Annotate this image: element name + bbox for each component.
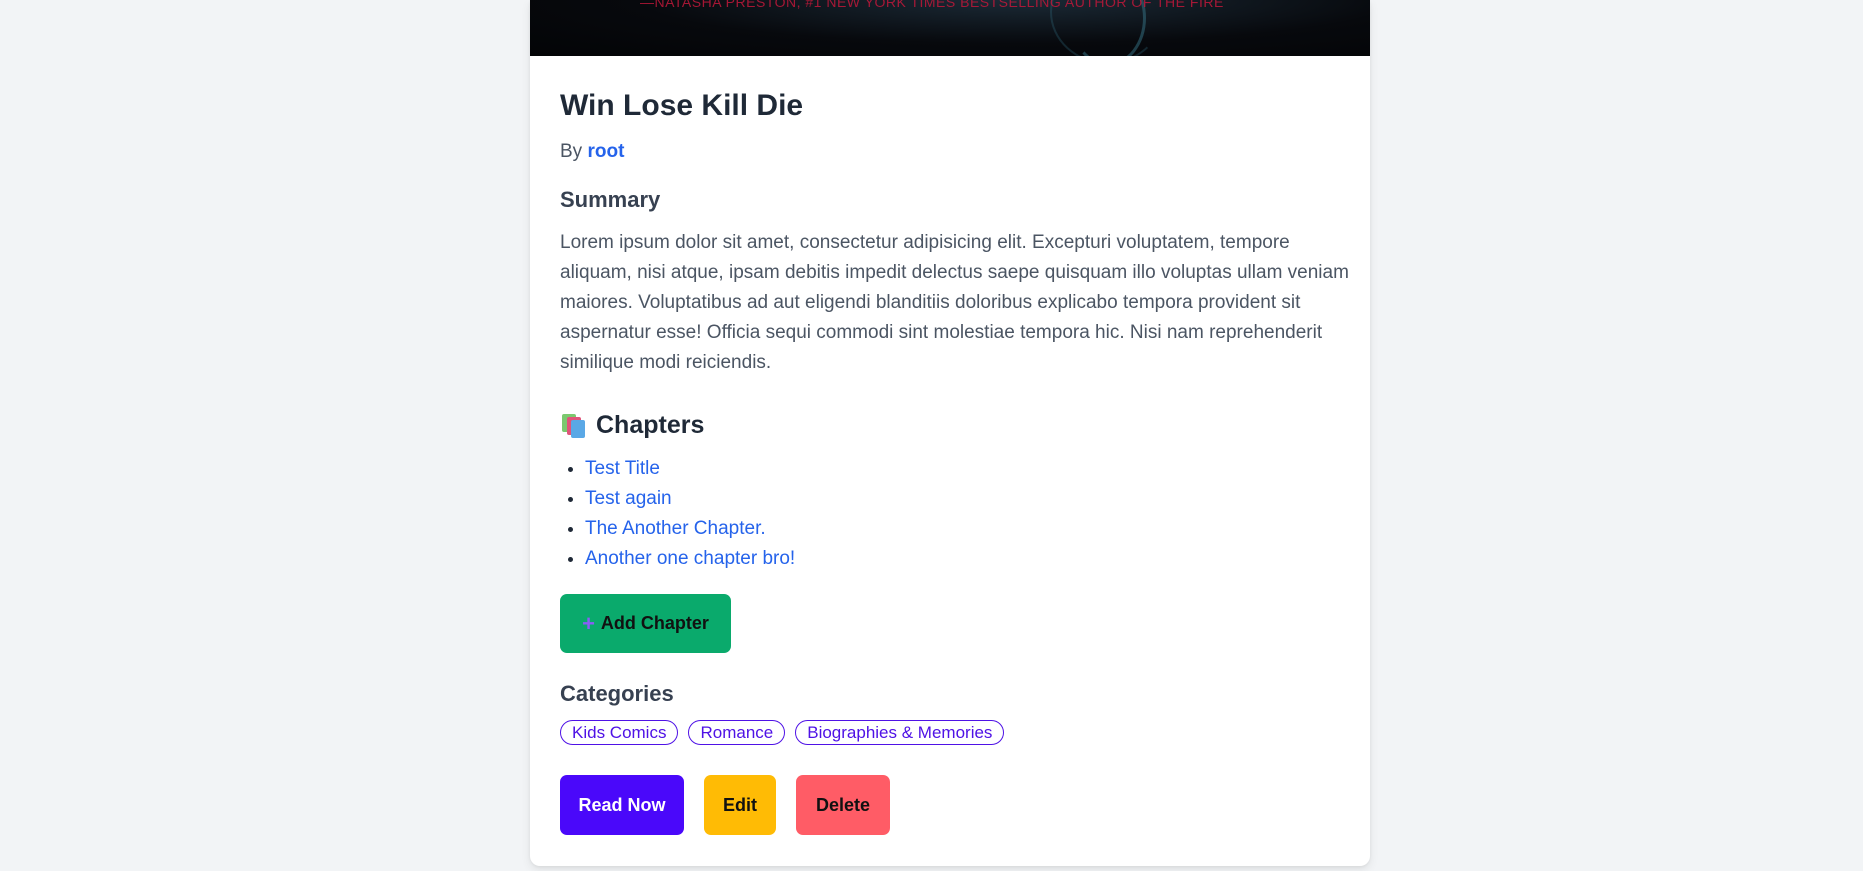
add-chapter-button[interactable]: + Add Chapter xyxy=(560,594,731,653)
read-now-button[interactable]: Read Now xyxy=(560,775,684,835)
chapters-heading-label: Chapters xyxy=(596,411,705,439)
add-chapter-label: Add Chapter xyxy=(600,613,709,633)
author-link[interactable]: root xyxy=(587,141,624,162)
books-icon xyxy=(560,412,586,438)
category-tag[interactable]: Kids Comics xyxy=(560,720,679,745)
by-label: By xyxy=(560,141,583,162)
edit-button[interactable]: Edit xyxy=(704,775,776,835)
book-detail-card: —NATASHA PRESTON, #1 NEW YORK TIMES BEST… xyxy=(530,0,1370,866)
summary-heading: Summary xyxy=(560,187,661,212)
category-tag[interactable]: Romance xyxy=(688,720,786,745)
chapter-link[interactable]: Test Title xyxy=(585,458,660,479)
book-actions: Read Now Edit Delete xyxy=(560,775,1350,835)
categories-heading: Categories xyxy=(560,681,674,706)
chapter-link[interactable]: Test again xyxy=(585,488,672,509)
plus-icon: + xyxy=(582,610,595,636)
cover-quote-text: —NATASHA PRESTON, #1 NEW YORK TIMES BEST… xyxy=(640,0,1224,10)
chapter-link[interactable]: Another one chapter bro! xyxy=(585,548,795,569)
category-tag[interactable]: Biographies & Memories xyxy=(795,720,1005,745)
chapters-heading: Chapters xyxy=(560,410,1350,440)
list-item: The Another Chapter. xyxy=(585,514,1350,544)
list-item: Test again xyxy=(585,484,1350,514)
chapter-link[interactable]: The Another Chapter. xyxy=(585,518,766,539)
book-content: Win Lose Kill Die By root Summary Lorem … xyxy=(560,56,1350,835)
book-cover-image: —NATASHA PRESTON, #1 NEW YORK TIMES BEST… xyxy=(530,0,1370,56)
delete-button[interactable]: Delete xyxy=(796,775,890,835)
chapter-list: Test Title Test again The Another Chapte… xyxy=(560,454,1350,574)
category-list: Kids Comics Romance Biographies & Memori… xyxy=(560,720,1350,745)
book-title: Win Lose Kill Die xyxy=(560,89,804,122)
list-item: Another one chapter bro! xyxy=(585,544,1350,574)
summary-text: Lorem ipsum dolor sit amet, consectetur … xyxy=(560,232,1349,373)
list-item: Test Title xyxy=(585,454,1350,484)
author-byline: By root xyxy=(560,140,1350,164)
